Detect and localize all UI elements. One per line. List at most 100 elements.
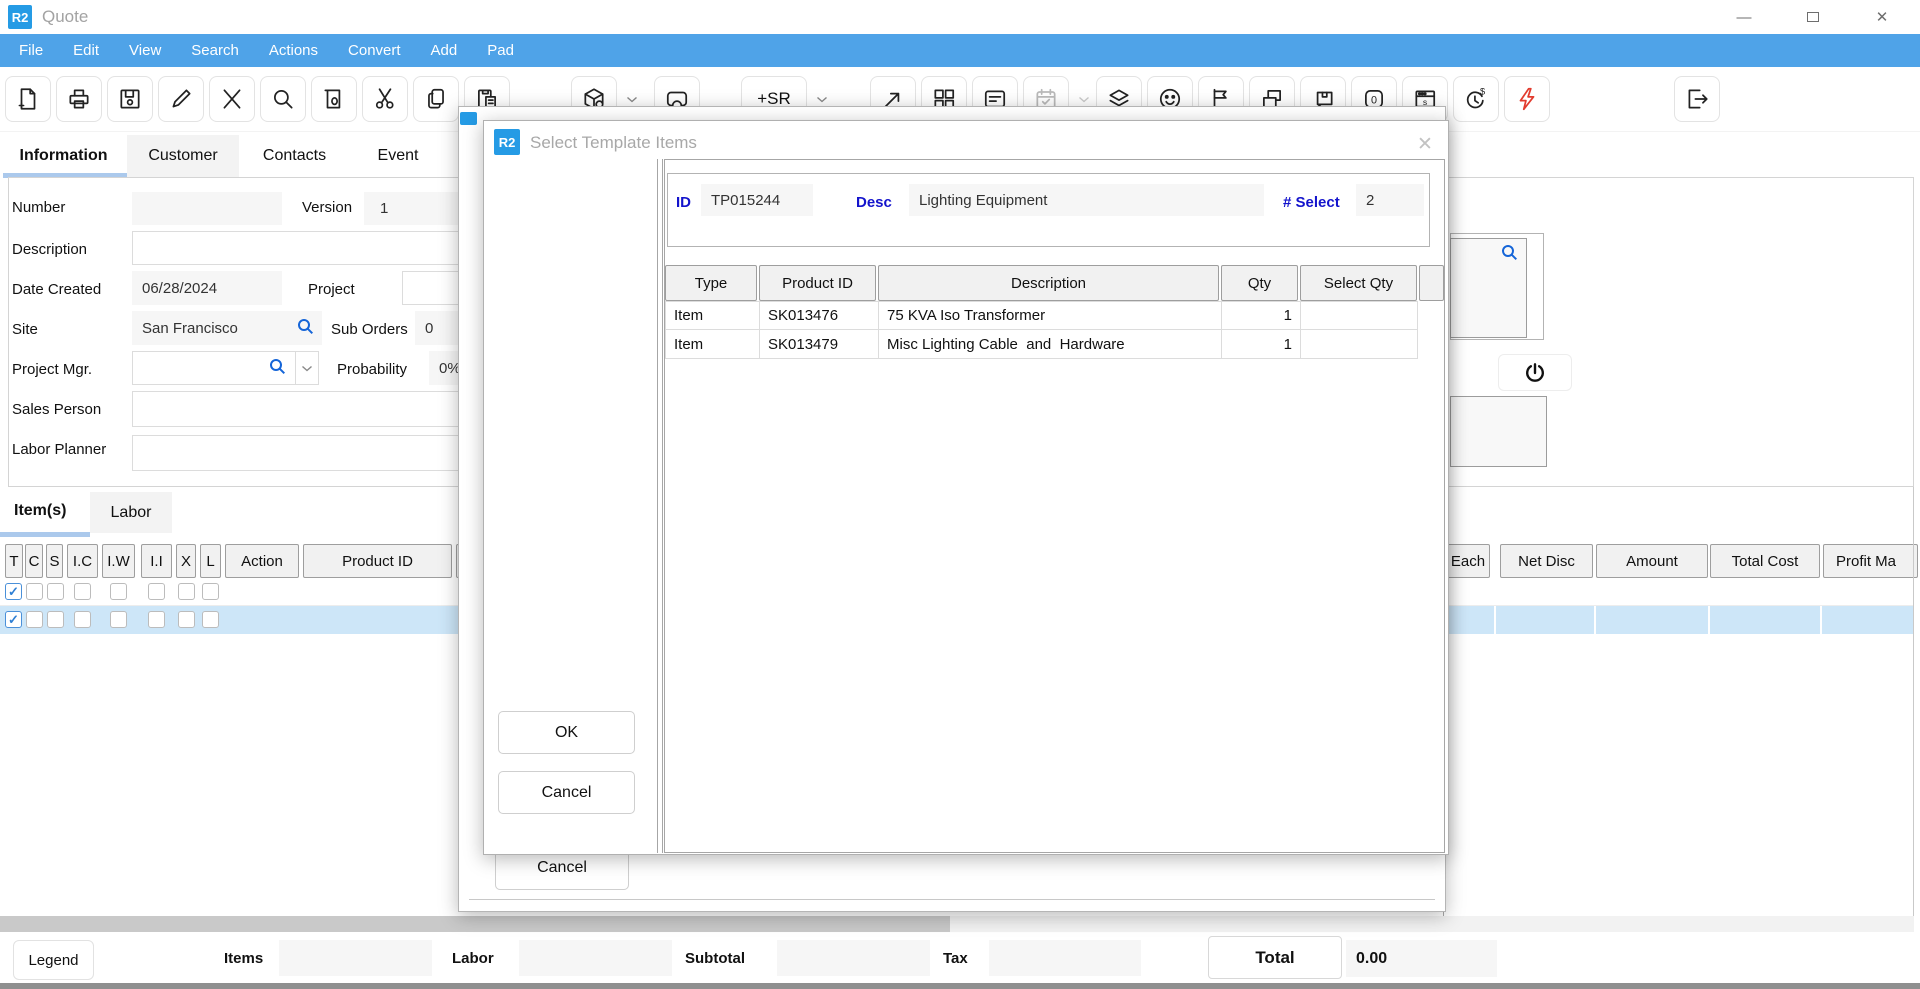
dialog-ok-button[interactable]: OK (498, 711, 635, 754)
col-header-total-cost[interactable]: Total Cost (1710, 544, 1820, 578)
package-dropdown-chevron-icon[interactable] (622, 96, 642, 103)
save-button[interactable] (107, 76, 153, 122)
menu-convert[interactable]: Convert (333, 34, 416, 67)
col-header-ii[interactable]: I.I (141, 544, 172, 578)
tab-customer[interactable]: Customer (127, 135, 239, 177)
col-header-l[interactable]: L (200, 544, 221, 578)
minimize-button[interactable]: — (1727, 4, 1761, 30)
menu-add[interactable]: Add (416, 34, 473, 67)
add-sr-dropdown-chevron-icon[interactable] (812, 96, 832, 103)
row2-checkbox-c[interactable] (26, 611, 43, 628)
dialog-close-icon[interactable]: ✕ (1412, 131, 1438, 157)
dialog-row1-select-qty[interactable] (1300, 302, 1418, 329)
row2-checkbox-ic[interactable] (74, 611, 91, 628)
row2-checkbox-x[interactable] (178, 611, 195, 628)
menu-actions[interactable]: Actions (254, 34, 333, 67)
row2-checkbox-iw[interactable] (110, 611, 127, 628)
menu-view[interactable]: View (114, 34, 176, 67)
copy-button[interactable] (413, 76, 459, 122)
exit-button[interactable] (1674, 76, 1720, 122)
menu-edit[interactable]: Edit (58, 34, 114, 67)
edit-button[interactable] (158, 76, 204, 122)
labor-total-input[interactable] (519, 940, 672, 976)
col-header-s[interactable]: S (46, 544, 63, 578)
site-search-icon[interactable] (296, 317, 315, 341)
new-document-button[interactable] (5, 76, 51, 122)
horizontal-scrollbar-thumb[interactable] (0, 916, 950, 932)
template-id-input[interactable]: TP015244 (701, 184, 813, 216)
items-total-input[interactable] (279, 940, 432, 976)
template-desc-input[interactable]: Lighting Equipment (909, 184, 1264, 216)
menu-file[interactable]: File (4, 34, 58, 67)
tax-input[interactable] (989, 940, 1141, 976)
dialog-row-1[interactable]: Item SK013476 75 KVA Iso Transformer 1 (665, 301, 1418, 330)
billing-clock-button[interactable]: $ (1453, 76, 1499, 122)
item-row-2-right-selected[interactable] (1444, 606, 1914, 634)
cut-button[interactable] (362, 76, 408, 122)
labor-planner-input[interactable] (132, 435, 481, 471)
item-row-1-right[interactable] (1444, 578, 1914, 606)
row2-checkbox-ii[interactable] (148, 611, 165, 628)
tab-event[interactable]: Event (350, 135, 446, 177)
lookup-search-icon[interactable] (1500, 243, 1519, 267)
delete-button[interactable] (209, 76, 255, 122)
row2-checkbox-t[interactable] (5, 611, 22, 628)
col-header-t[interactable]: T (5, 544, 23, 578)
number-input[interactable] (132, 192, 282, 225)
col-header-action[interactable]: Action (225, 544, 299, 578)
dialog-col-qty[interactable]: Qty (1221, 265, 1298, 301)
row2-checkbox-s[interactable] (47, 611, 64, 628)
maximize-button[interactable] (1796, 4, 1830, 30)
row1-checkbox-ii[interactable] (148, 583, 165, 600)
dialog-row-2[interactable]: Item SK013479 Misc Lighting Cable and Ha… (665, 330, 1418, 359)
row1-checkbox-ic[interactable] (74, 583, 91, 600)
col-header-ic[interactable]: I.C (67, 544, 98, 578)
dialog-row2-select-qty[interactable] (1300, 330, 1418, 358)
menu-search[interactable]: Search (176, 34, 254, 67)
dialog-col-type[interactable]: Type (665, 265, 757, 301)
notes-box[interactable] (1450, 396, 1547, 467)
dialog-col-product-id[interactable]: Product ID (759, 265, 876, 301)
dialog-col-select-qty[interactable]: Select Qty (1300, 265, 1417, 301)
tab-contacts[interactable]: Contacts (239, 135, 350, 177)
col-header-product-id[interactable]: Product ID (303, 544, 452, 578)
total-button[interactable]: Total (1208, 936, 1342, 979)
tab-items[interactable]: Item(s) (14, 502, 66, 520)
site-input[interactable]: San Francisco (132, 311, 322, 345)
dialog-col-description[interactable]: Description (878, 265, 1219, 301)
quick-action-button[interactable] (1504, 76, 1550, 122)
menu-pad[interactable]: Pad (472, 34, 529, 67)
row1-checkbox-s[interactable] (47, 583, 64, 600)
row1-checkbox-x[interactable] (178, 583, 195, 600)
legend-button[interactable]: Legend (13, 940, 94, 980)
col-header-x[interactable]: X (176, 544, 196, 578)
duplicate-item-button[interactable] (311, 76, 357, 122)
col-header-iw[interactable]: I.W (102, 544, 135, 578)
close-button[interactable]: ✕ (1865, 4, 1899, 30)
template-select-count-input[interactable]: 2 (1356, 184, 1424, 216)
col-header-c[interactable]: C (25, 544, 43, 578)
subtotal-input[interactable] (777, 940, 930, 976)
project-mgr-dropdown-button[interactable] (295, 351, 319, 385)
horizontal-scrollbar[interactable] (0, 916, 1914, 932)
project-mgr-search-icon[interactable] (268, 357, 287, 381)
row1-checkbox-t[interactable] (5, 583, 22, 600)
row2-checkbox-l[interactable] (202, 611, 219, 628)
tab-information[interactable]: Information (0, 135, 127, 177)
search-button[interactable] (260, 76, 306, 122)
print-button[interactable] (56, 76, 102, 122)
dialog-cancel-button[interactable]: Cancel (498, 771, 635, 814)
col-header-profit-margin[interactable]: Profit Ma (1823, 544, 1918, 578)
row1-checkbox-c[interactable] (26, 583, 43, 600)
tab-labor[interactable]: Labor (90, 492, 172, 533)
col-header-net-disc[interactable]: Net Disc (1500, 544, 1593, 578)
col-header-each[interactable]: Each (1446, 544, 1490, 578)
calendar-dropdown-chevron-icon[interactable] (1074, 96, 1094, 103)
row1-checkbox-l[interactable] (202, 583, 219, 600)
sales-person-input[interactable] (132, 391, 481, 427)
description-input[interactable] (132, 231, 481, 265)
date-created-input[interactable]: 06/28/2024 (132, 271, 282, 305)
power-button[interactable] (1498, 354, 1572, 391)
row1-checkbox-iw[interactable] (110, 583, 127, 600)
col-header-amount[interactable]: Amount (1596, 544, 1708, 578)
